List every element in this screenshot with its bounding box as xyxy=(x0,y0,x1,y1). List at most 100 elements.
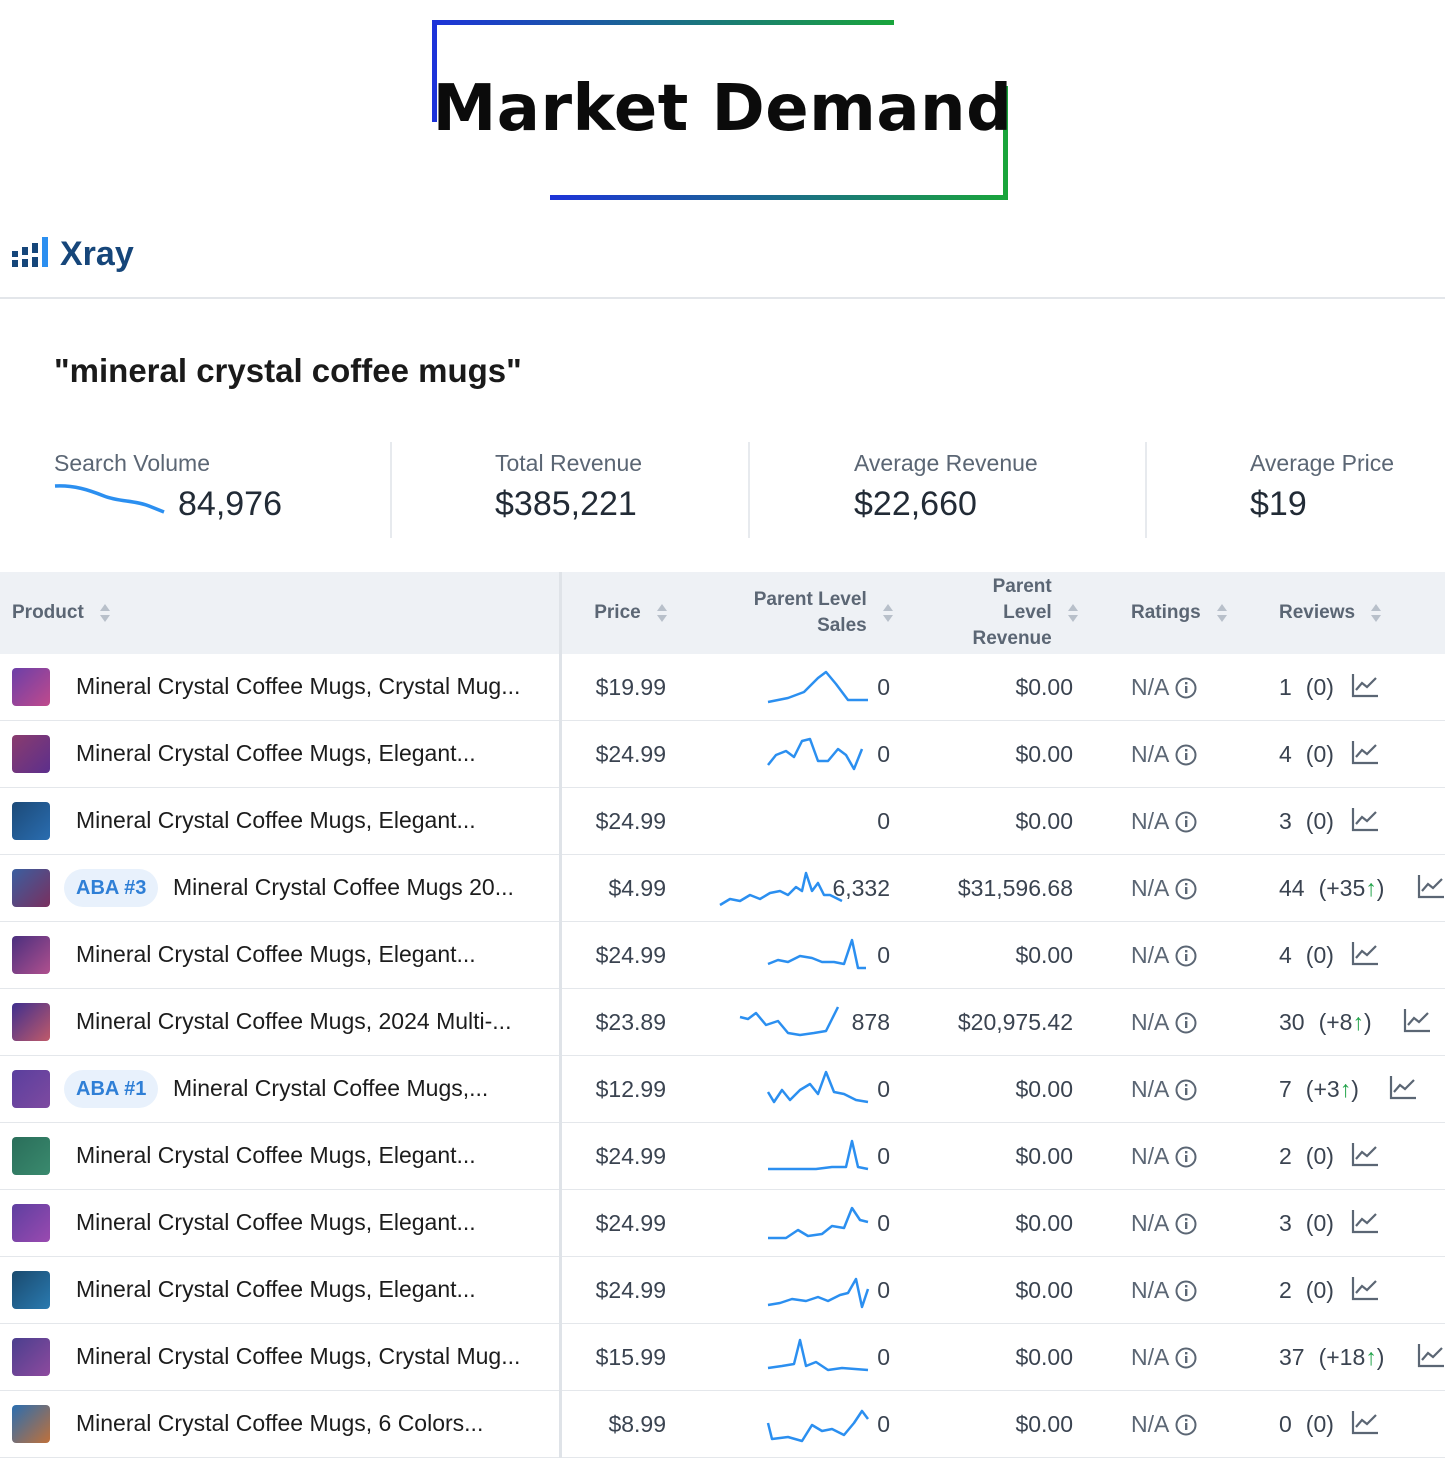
table-row[interactable]: Mineral Crystal Coffee Mugs, 2024 Multi-… xyxy=(0,988,1445,1056)
info-icon[interactable] xyxy=(1175,1012,1197,1034)
line-chart-icon[interactable] xyxy=(1403,1007,1431,1033)
product-name[interactable]: Mineral Crystal Coffee Mugs, Crystal Mug… xyxy=(76,1343,520,1370)
product-name[interactable]: Mineral Crystal Coffee Mugs, Elegant... xyxy=(76,807,476,834)
product-cell[interactable]: Mineral Crystal Coffee Mugs, Crystal Mug… xyxy=(0,1323,562,1391)
sales-cell: 0 xyxy=(690,921,918,989)
product-cell[interactable]: Mineral Crystal Coffee Mugs, Elegant... xyxy=(0,1189,562,1257)
table-row[interactable]: Mineral Crystal Coffee Mugs, 6 Colors...… xyxy=(0,1390,1445,1458)
rating-cell: N/A xyxy=(1103,1256,1251,1324)
product-cell[interactable]: ABA #1 Mineral Crystal Coffee Mugs,... xyxy=(0,1055,562,1123)
info-icon[interactable] xyxy=(1175,1280,1197,1302)
line-chart-icon[interactable] xyxy=(1351,1409,1379,1435)
column-header-ratings[interactable]: Ratings xyxy=(1103,572,1251,654)
info-icon[interactable] xyxy=(1175,1079,1197,1101)
product-cell[interactable]: Mineral Crystal Coffee Mugs, Crystal Mug… xyxy=(0,654,562,721)
info-icon[interactable] xyxy=(1175,945,1197,967)
product-thumbnail[interactable] xyxy=(12,802,50,840)
line-chart-icon[interactable] xyxy=(1417,1342,1445,1368)
product-cell[interactable]: Mineral Crystal Coffee Mugs, 2024 Multi-… xyxy=(0,988,562,1056)
product-name[interactable]: Mineral Crystal Coffee Mugs, Elegant... xyxy=(76,1142,476,1169)
table-row[interactable]: ABA #1 Mineral Crystal Coffee Mugs,... $… xyxy=(0,1055,1445,1123)
line-chart-icon[interactable] xyxy=(1351,672,1379,698)
product-thumbnail[interactable] xyxy=(12,1204,50,1242)
product-cell[interactable]: Mineral Crystal Coffee Mugs, Elegant... xyxy=(0,1122,562,1190)
sort-icon[interactable] xyxy=(882,603,894,623)
product-cell[interactable]: Mineral Crystal Coffee Mugs, Elegant... xyxy=(0,720,562,788)
product-thumbnail[interactable] xyxy=(12,936,50,974)
info-icon[interactable] xyxy=(1175,1146,1197,1168)
product-thumbnail[interactable] xyxy=(12,1338,50,1376)
line-chart-icon[interactable] xyxy=(1351,739,1379,765)
info-icon[interactable] xyxy=(1175,1213,1197,1235)
product-cell[interactable]: Mineral Crystal Coffee Mugs, Elegant... xyxy=(0,921,562,989)
table-row[interactable]: Mineral Crystal Coffee Mugs, Crystal Mug… xyxy=(0,1323,1445,1391)
info-icon[interactable] xyxy=(1175,1414,1197,1436)
product-cell[interactable]: Mineral Crystal Coffee Mugs, Elegant... xyxy=(0,787,562,855)
revenue-cell: $0.00 xyxy=(918,1323,1103,1391)
rating-cell: N/A xyxy=(1103,1122,1251,1190)
column-header-sales[interactable]: Parent Level Sales xyxy=(690,572,918,654)
table-row[interactable]: Mineral Crystal Coffee Mugs, Elegant... … xyxy=(0,720,1445,788)
table-row[interactable]: Mineral Crystal Coffee Mugs, Elegant... … xyxy=(0,1256,1445,1324)
stat-value: $385,221 xyxy=(495,485,637,523)
stat-value: 84,976 xyxy=(178,485,282,523)
product-name[interactable]: Mineral Crystal Coffee Mugs, Elegant... xyxy=(76,1209,476,1236)
sales-value: 0 xyxy=(877,1277,890,1303)
line-chart-icon[interactable] xyxy=(1389,1074,1417,1100)
product-thumbnail[interactable] xyxy=(12,1271,50,1309)
line-chart-icon[interactable] xyxy=(1351,1275,1379,1301)
product-thumbnail[interactable] xyxy=(12,869,50,907)
column-header-price[interactable]: Price xyxy=(560,572,690,654)
line-chart-icon[interactable] xyxy=(1351,806,1379,832)
rating-value: N/A xyxy=(1131,1142,1170,1169)
line-chart-icon[interactable] xyxy=(1351,1208,1379,1234)
line-chart-icon[interactable] xyxy=(1417,873,1445,899)
product-thumbnail[interactable] xyxy=(12,1070,50,1108)
line-chart-icon[interactable] xyxy=(1351,940,1379,966)
sales-value: 0 xyxy=(877,942,890,968)
table-row[interactable]: Mineral Crystal Coffee Mugs, Elegant... … xyxy=(0,1189,1445,1257)
product-thumbnail[interactable] xyxy=(12,735,50,773)
info-icon[interactable] xyxy=(1175,811,1197,833)
product-name[interactable]: Mineral Crystal Coffee Mugs, 6 Colors... xyxy=(76,1410,483,1437)
table-row[interactable]: Mineral Crystal Coffee Mugs, Elegant... … xyxy=(0,787,1445,855)
reviews-change-close: ) xyxy=(1363,1009,1372,1035)
info-icon[interactable] xyxy=(1175,1347,1197,1369)
product-cell[interactable]: Mineral Crystal Coffee Mugs, 6 Colors... xyxy=(0,1390,562,1458)
sort-icon[interactable] xyxy=(99,603,111,623)
line-chart-icon[interactable] xyxy=(1351,1141,1379,1167)
product-thumbnail[interactable] xyxy=(12,1137,50,1175)
table-row[interactable]: Mineral Crystal Coffee Mugs, Crystal Mug… xyxy=(0,654,1445,721)
product-thumbnail[interactable] xyxy=(12,668,50,706)
table-row[interactable]: Mineral Crystal Coffee Mugs, Elegant... … xyxy=(0,921,1445,989)
info-icon[interactable] xyxy=(1175,677,1197,699)
column-header-product[interactable]: Product xyxy=(0,572,562,654)
product-name[interactable]: Mineral Crystal Coffee Mugs 20... xyxy=(173,874,514,901)
sort-icon[interactable] xyxy=(1216,603,1228,623)
table-row[interactable]: ABA #3 Mineral Crystal Coffee Mugs 20...… xyxy=(0,854,1445,922)
product-thumbnail[interactable] xyxy=(12,1003,50,1041)
reviews-count: 4 xyxy=(1279,942,1292,968)
sales-value: 0 xyxy=(877,1143,890,1169)
product-cell[interactable]: Mineral Crystal Coffee Mugs, Elegant... xyxy=(0,1256,562,1324)
sort-icon[interactable] xyxy=(1370,603,1382,623)
stat-value: $22,660 xyxy=(854,485,977,523)
product-cell[interactable]: ABA #3 Mineral Crystal Coffee Mugs 20... xyxy=(0,854,562,922)
product-name[interactable]: Mineral Crystal Coffee Mugs, Elegant... xyxy=(76,740,476,767)
sort-icon[interactable] xyxy=(1067,603,1079,623)
column-header-revenue[interactable]: Parent Level Revenue xyxy=(918,572,1103,654)
product-name[interactable]: Mineral Crystal Coffee Mugs, 2024 Multi-… xyxy=(76,1008,511,1035)
sort-icon[interactable] xyxy=(656,603,668,623)
product-name[interactable]: Mineral Crystal Coffee Mugs,... xyxy=(173,1075,488,1102)
info-icon[interactable] xyxy=(1175,878,1197,900)
sales-trend-sparkline xyxy=(739,1006,840,1037)
reviews-change: (0) xyxy=(1305,1277,1334,1303)
product-name[interactable]: Mineral Crystal Coffee Mugs, Elegant... xyxy=(76,1276,476,1303)
arrow-up-icon: ↑ xyxy=(1365,1344,1377,1370)
column-header-reviews[interactable]: Reviews xyxy=(1251,572,1445,654)
info-icon[interactable] xyxy=(1175,744,1197,766)
product-name[interactable]: Mineral Crystal Coffee Mugs, Elegant... xyxy=(76,941,476,968)
product-thumbnail[interactable] xyxy=(12,1405,50,1443)
product-name[interactable]: Mineral Crystal Coffee Mugs, Crystal Mug… xyxy=(76,673,520,700)
table-row[interactable]: Mineral Crystal Coffee Mugs, Elegant... … xyxy=(0,1122,1445,1190)
